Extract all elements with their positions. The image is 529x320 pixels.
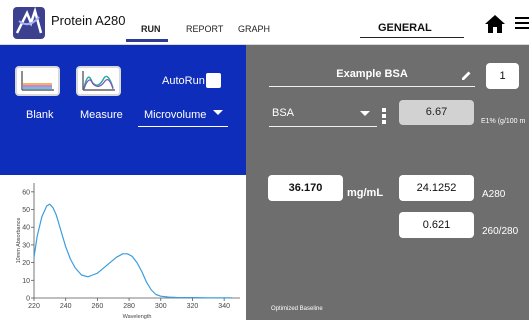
tab-run[interactable]: RUN xyxy=(141,24,161,34)
y-tick-label: 60 xyxy=(22,189,30,196)
baseline-note: Optimized Baseline xyxy=(271,306,323,312)
pencil-icon[interactable] xyxy=(461,68,472,80)
tab-general[interactable]: GENERAL xyxy=(378,22,432,34)
extinction-coefficient-unit: E1% (g/100 m xyxy=(481,118,526,125)
ratio-260-280-label: 260/280 xyxy=(482,226,519,237)
a280-value: 24.1252 xyxy=(399,175,474,201)
y-tick-label: 10 xyxy=(22,278,30,285)
extinction-coefficient-field[interactable]: 6.67 xyxy=(399,100,474,125)
x-tick-label: 280 xyxy=(123,303,135,310)
absorbance-series-line xyxy=(33,203,233,299)
sample-type-value: BSA xyxy=(272,107,295,119)
autorun-label: AutoRun xyxy=(162,75,205,87)
tab-report[interactable]: REPORT xyxy=(186,24,223,34)
concentration-value: 36.170 xyxy=(268,175,343,201)
blank-spectrum-icon xyxy=(21,71,54,91)
x-axis-label: Wavelength xyxy=(123,314,152,320)
blank-label: Blank xyxy=(26,109,54,121)
blank-button[interactable] xyxy=(15,66,60,96)
app-title: Protein A280 xyxy=(51,13,126,28)
ratio-260-280-value: 0.621 xyxy=(399,212,474,238)
tab-graph[interactable]: GRAPH xyxy=(238,24,270,34)
sample-name-field[interactable]: Example BSA xyxy=(269,62,475,87)
kebab-icon[interactable] xyxy=(382,106,386,126)
dropdown-arrow-icon xyxy=(360,111,370,116)
spectrum-chart: 0 10 20 30 40 50 60 220 240 260 280 300 320 340 Wavele… xyxy=(16,183,240,320)
y-tick-label: 20 xyxy=(22,260,30,267)
y-axis-label: 10mm Absorbance xyxy=(16,218,22,264)
x-tick-label: 220 xyxy=(28,303,40,310)
concentration-unit: mg/mL xyxy=(347,187,384,199)
a280-label: A280 xyxy=(482,189,506,200)
general-tab-underline xyxy=(360,37,464,38)
app-logo-icon xyxy=(13,7,45,39)
hamburger-menu-icon[interactable] xyxy=(515,16,529,30)
x-tick-label: 320 xyxy=(187,303,199,310)
x-tick-label: 240 xyxy=(60,303,72,310)
measure-label: Measure xyxy=(80,109,123,121)
active-tab-indicator xyxy=(126,39,168,42)
y-tick-label: 50 xyxy=(22,207,30,214)
autorun-checkbox[interactable] xyxy=(206,73,221,88)
y-tick-label: 30 xyxy=(22,242,30,249)
sample-index-field[interactable]: 1 xyxy=(486,63,519,89)
y-tick-label: 0 xyxy=(26,296,30,303)
x-tick-label: 260 xyxy=(92,303,104,310)
spectrum-chart-area: 0 10 20 30 40 50 60 220 240 260 280 300 320 340 Wavele… xyxy=(0,175,246,320)
mode-selected-value: Microvolume xyxy=(144,109,207,121)
measure-button[interactable] xyxy=(76,66,121,96)
y-tick-label: 40 xyxy=(22,225,30,232)
x-tick-label: 340 xyxy=(218,303,230,310)
home-icon[interactable] xyxy=(484,14,506,34)
dropdown-arrow-icon xyxy=(213,110,223,115)
measure-spectrum-icon xyxy=(82,71,115,91)
x-tick-label: 300 xyxy=(155,303,167,310)
